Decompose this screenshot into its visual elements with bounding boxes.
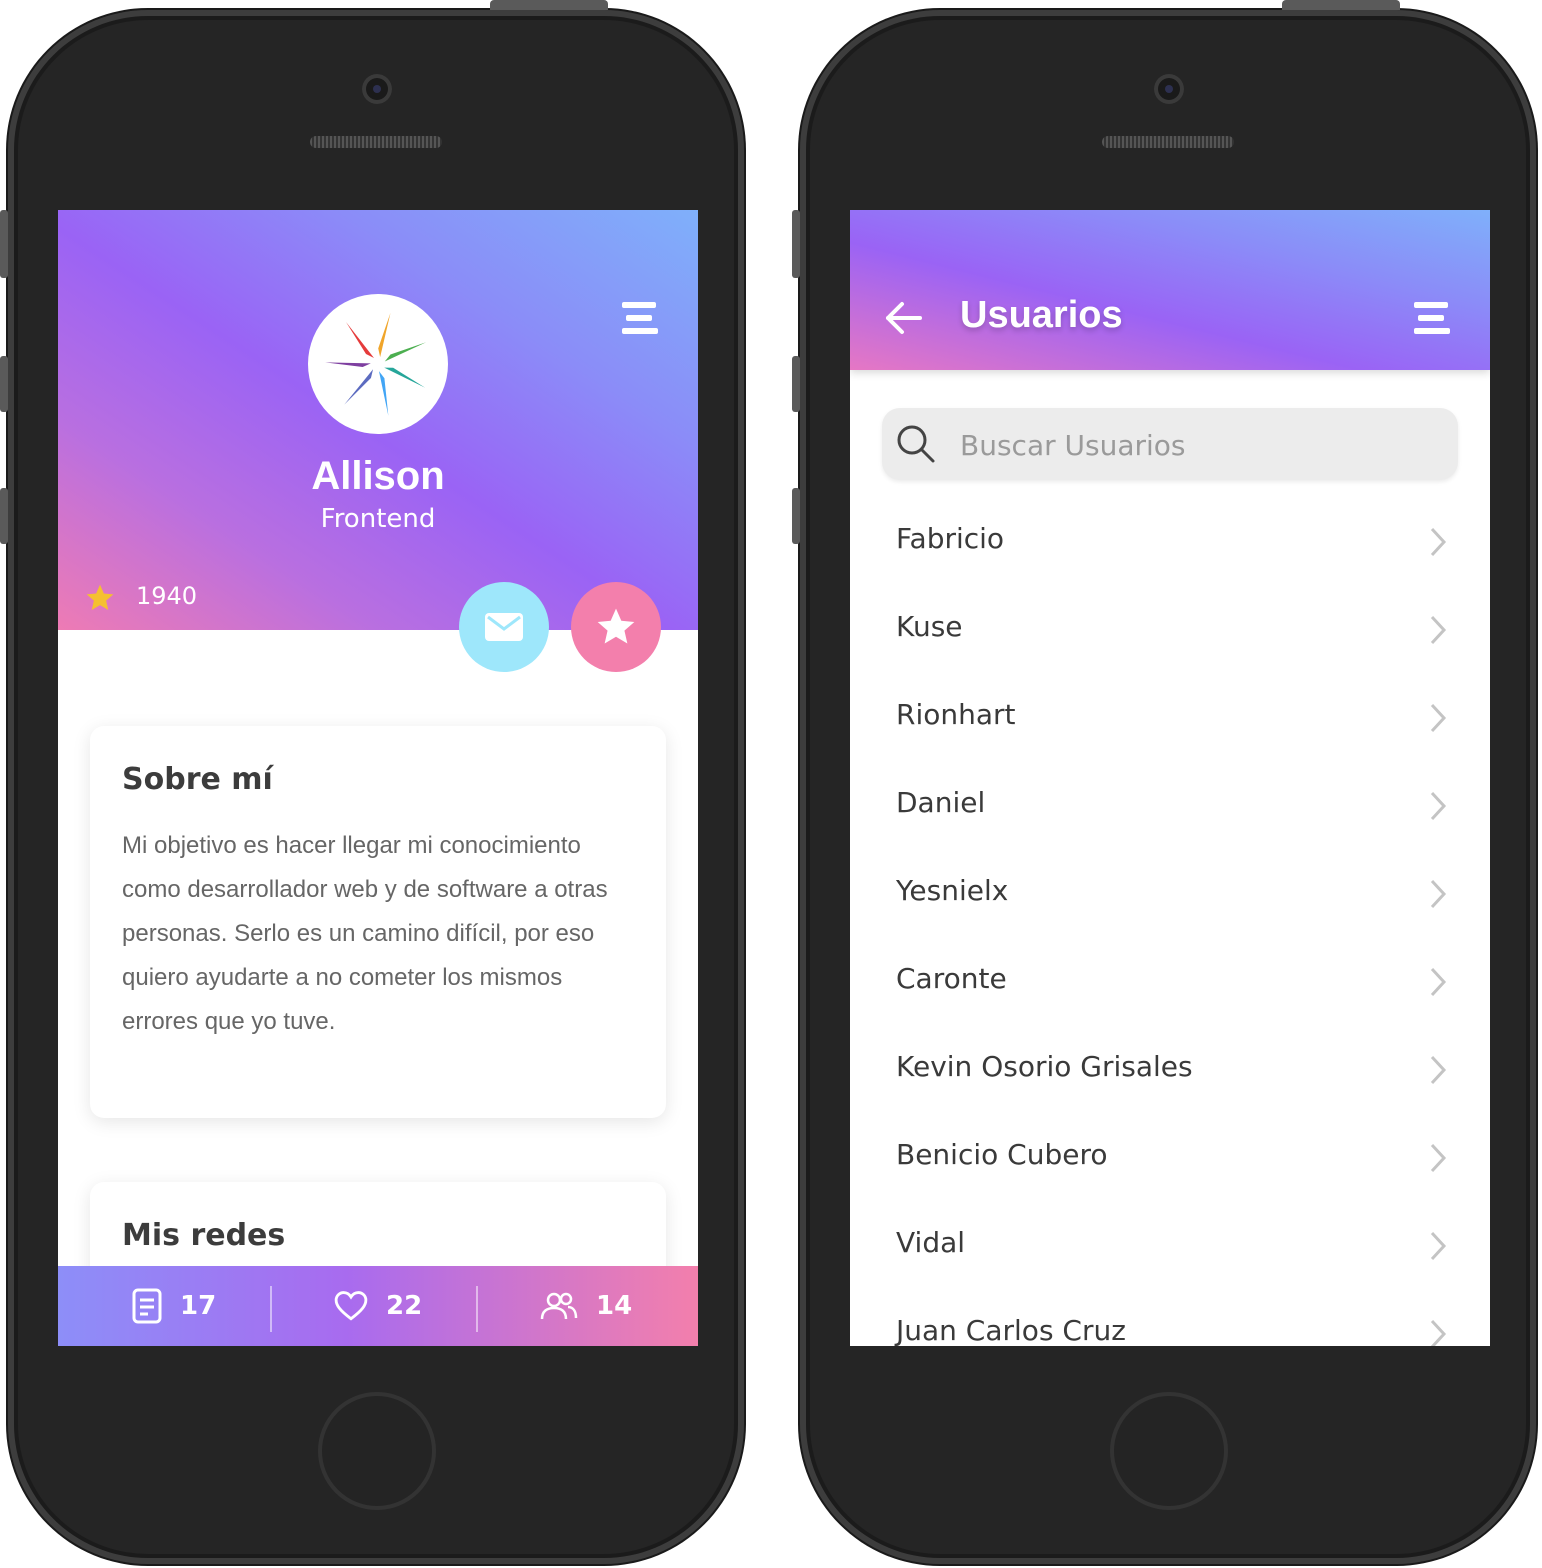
posts-stat[interactable]: 17 xyxy=(132,1266,216,1346)
user-name: Rionhart xyxy=(896,698,1016,731)
mail-icon xyxy=(485,613,523,641)
chevron-right-icon xyxy=(1430,791,1447,821)
power-button xyxy=(1282,0,1400,10)
networks-title: Mis redes xyxy=(122,1218,286,1253)
speaker-grille xyxy=(1102,136,1234,148)
profile-name: Allison xyxy=(311,454,445,498)
heart-icon xyxy=(334,1291,368,1321)
arrow-left-icon[interactable] xyxy=(884,298,924,338)
posts-count: 17 xyxy=(180,1291,217,1321)
silent-switch xyxy=(792,210,800,278)
profile-header: Allison Frontend 1940 xyxy=(58,210,698,630)
phone-frame-profile: Allison Frontend 1940 Sobre mí Mi objeti… xyxy=(0,0,744,1564)
user-name: Yesnielx xyxy=(896,874,1009,907)
users-icon xyxy=(540,1292,578,1320)
about-text: Mi objetivo es hacer llegar mi conocimie… xyxy=(122,832,608,1035)
send-message-button[interactable] xyxy=(459,582,549,672)
avatar xyxy=(308,294,448,434)
chevron-right-icon xyxy=(1430,967,1447,997)
list-item[interactable]: Kuse xyxy=(850,586,1490,674)
user-name: Daniel xyxy=(896,786,986,819)
about-title: Sobre mí xyxy=(122,762,273,797)
user-name: Vidal xyxy=(896,1226,966,1259)
friends-count: 14 xyxy=(596,1291,633,1321)
chevron-right-icon xyxy=(1430,1143,1447,1173)
list-item[interactable]: Vidal xyxy=(850,1202,1490,1290)
chevron-right-icon xyxy=(1430,1055,1447,1085)
list-item[interactable]: Yesnielx xyxy=(850,850,1490,938)
user-name: Caronte xyxy=(896,962,1007,995)
list-item[interactable]: Daniel xyxy=(850,762,1490,850)
profile-screen: Allison Frontend 1940 Sobre mí Mi objeti… xyxy=(58,210,698,1346)
list-item[interactable]: Benicio Cubero xyxy=(850,1114,1490,1202)
list-item[interactable]: Juan Carlos Cruz xyxy=(850,1290,1490,1346)
star-icon xyxy=(597,608,635,644)
profile-role: Frontend xyxy=(320,504,436,534)
home-button[interactable] xyxy=(318,1392,436,1510)
stats-bar: 17 22 14 xyxy=(58,1266,698,1346)
likes-stat[interactable]: 22 xyxy=(334,1266,422,1346)
home-button[interactable] xyxy=(1110,1392,1228,1510)
chevron-right-icon xyxy=(1430,703,1447,733)
volume-down-button xyxy=(0,488,8,544)
friends-stat[interactable]: 14 xyxy=(540,1266,632,1346)
chevron-right-icon xyxy=(1430,1231,1447,1261)
search-bar xyxy=(882,408,1458,480)
user-name: Fabricio xyxy=(896,522,1005,555)
likes-count: 22 xyxy=(386,1291,423,1321)
volume-up-button xyxy=(792,356,800,412)
power-button xyxy=(490,0,608,10)
phone-frame-users: Usuarios Fabricio Kuse xyxy=(792,0,1536,1564)
user-name: Juan Carlos Cruz xyxy=(896,1314,1126,1346)
page-title: Usuarios xyxy=(960,294,1123,336)
users-screen: Usuarios Fabricio Kuse xyxy=(850,210,1490,1346)
users-appbar: Usuarios xyxy=(850,210,1490,370)
list-item[interactable]: Fabricio xyxy=(850,498,1490,586)
volume-up-button xyxy=(0,356,8,412)
document-icon xyxy=(132,1288,162,1324)
silent-switch xyxy=(0,210,8,278)
front-camera xyxy=(362,74,392,104)
search-input[interactable] xyxy=(958,418,1442,472)
volume-down-button xyxy=(792,488,800,544)
chevron-right-icon xyxy=(1430,1319,1447,1346)
chevron-right-icon xyxy=(1430,527,1447,557)
rating-value: 1940 xyxy=(136,582,198,610)
speaker-grille xyxy=(310,136,442,148)
user-name: Benicio Cubero xyxy=(896,1138,1108,1171)
hamburger-menu-icon[interactable] xyxy=(1414,302,1450,334)
search-icon xyxy=(897,425,935,463)
favorite-button[interactable] xyxy=(571,582,661,672)
pinwheel-logo-icon xyxy=(325,312,427,416)
front-camera xyxy=(1154,74,1184,104)
stat-divider xyxy=(270,1286,272,1332)
list-item[interactable]: Caronte xyxy=(850,938,1490,1026)
about-card: Sobre mí Mi objetivo es hacer llegar mi … xyxy=(90,726,666,1118)
user-name: Kevin Osorio Grisales xyxy=(896,1050,1193,1083)
stat-divider xyxy=(476,1286,478,1332)
user-name: Kuse xyxy=(896,610,963,643)
star-icon xyxy=(86,584,114,610)
chevron-right-icon xyxy=(1430,615,1447,645)
chevron-right-icon xyxy=(1430,879,1447,909)
list-item[interactable]: Kevin Osorio Grisales xyxy=(850,1026,1490,1114)
list-item[interactable]: Rionhart xyxy=(850,674,1490,762)
hamburger-menu-icon[interactable] xyxy=(622,302,658,334)
